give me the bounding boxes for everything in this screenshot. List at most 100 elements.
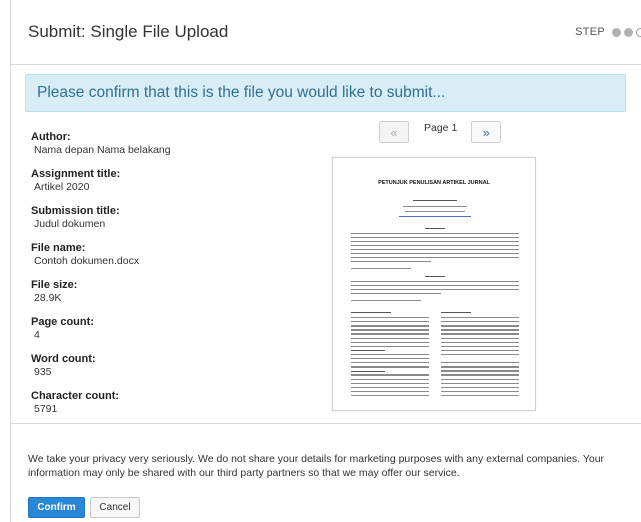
- meta-value: 28.9K: [34, 292, 62, 304]
- preview-line: [441, 382, 519, 384]
- preview-line: [403, 206, 467, 208]
- preview-line: [351, 321, 429, 323]
- preview-line: [441, 394, 519, 397]
- next-page-button[interactable]: »: [471, 121, 502, 143]
- step-dot-1-icon: [612, 27, 621, 37]
- preview-line: [351, 285, 519, 287]
- preview-line: [441, 341, 519, 343]
- meta-label: Word count:: [31, 353, 96, 365]
- preview-line: [441, 321, 519, 323]
- meta-author: Author: Nama depan Nama belakang: [31, 131, 271, 157]
- page-label: Page 1: [424, 122, 458, 134]
- preview-line: [351, 371, 385, 373]
- preview-line: [351, 341, 429, 343]
- preview-line: [441, 312, 471, 314]
- preview-line: [399, 216, 471, 218]
- meta-page-count: Page count: 4: [31, 316, 271, 342]
- preview-line: [441, 325, 519, 327]
- prev-page-button[interactable]: «: [379, 121, 409, 143]
- meta-word-count: Word count: 935: [31, 353, 271, 379]
- preview-line: [351, 394, 429, 397]
- meta-character-count: Character count: 5791: [31, 390, 271, 416]
- page-pager: « Page 1 »: [379, 121, 502, 143]
- meta-value: 935: [34, 366, 52, 378]
- meta-label: Submission title:: [31, 205, 120, 217]
- meta-value: Judul dokumen: [34, 218, 106, 230]
- preview-line: [351, 333, 429, 335]
- preview-line: [351, 345, 429, 348]
- preview-line: [351, 289, 519, 291]
- preview-line: [351, 386, 429, 389]
- confirm-message: Please confirm that this is the file you…: [37, 84, 446, 101]
- meta-label: File size:: [31, 279, 78, 291]
- preview-line: [351, 245, 519, 247]
- meta-value: Nama depan Nama belakang: [34, 144, 171, 156]
- preview-line: [351, 249, 519, 251]
- meta-file-name: File name: Contoh dokumen.docx: [31, 242, 271, 268]
- preview-line: [351, 257, 519, 259]
- privacy-notice: We take your privacy very seriously. We …: [28, 453, 605, 479]
- preview-line: [351, 293, 441, 295]
- preview-doc-title: PETUNJUK PENULISAN ARTIKEL JURNAL: [378, 180, 490, 186]
- preview-line: [351, 374, 429, 376]
- modal-title: Submit: Single File Upload: [28, 22, 229, 41]
- preview-line: [441, 386, 519, 389]
- preview-line: [351, 281, 519, 283]
- preview-line: [351, 366, 429, 368]
- preview-line: [441, 378, 519, 380]
- cancel-button[interactable]: Cancel: [90, 497, 140, 518]
- meta-label: Author:: [31, 131, 71, 143]
- preview-line: [405, 211, 465, 213]
- meta-file-size: File size: 28.9K: [31, 279, 271, 305]
- preview-line: [441, 329, 519, 331]
- preview-line: [441, 374, 519, 376]
- file-metadata: Author: Nama depan Nama belakang Assignm…: [31, 131, 271, 427]
- meta-value: Artikel 2020: [34, 181, 90, 193]
- step-dot-2-icon: [624, 27, 633, 37]
- preview-line: [351, 358, 429, 360]
- preview-line: [351, 233, 519, 235]
- preview-line: [441, 366, 519, 368]
- meta-value: 4: [34, 329, 40, 341]
- preview-line: [351, 312, 391, 314]
- step-dot-3-icon: [636, 27, 641, 37]
- preview-line: [441, 362, 519, 364]
- meta-value: 5791: [34, 403, 58, 415]
- preview-line: [351, 378, 429, 380]
- preview-line: [441, 345, 519, 348]
- confirm-button[interactable]: Confirm: [28, 497, 85, 518]
- meta-label: Page count:: [31, 316, 94, 328]
- preview-line: [441, 337, 519, 339]
- meta-value: Contoh dokumen.docx: [34, 255, 140, 267]
- preview-line: [441, 333, 519, 335]
- preview-line: [351, 350, 385, 352]
- modal-header: Submit: Single File Upload STEP: [11, 0, 641, 65]
- preview-line: [351, 241, 519, 243]
- preview-line: [351, 253, 519, 255]
- meta-label: Character count:: [31, 390, 120, 402]
- meta-assignment-title: Assignment title: Artikel 2020: [31, 168, 271, 194]
- preview-line: [425, 276, 445, 278]
- meta-label: Assignment title:: [31, 168, 121, 180]
- preview-line: [351, 353, 429, 356]
- preview-line: [441, 370, 519, 372]
- preview-line: [351, 261, 431, 263]
- preview-line: [351, 268, 411, 270]
- preview-line: [351, 317, 429, 319]
- preview-line: [441, 353, 519, 356]
- preview-line: [351, 329, 429, 331]
- preview-line: [441, 390, 519, 393]
- preview-line: [351, 337, 429, 339]
- preview-line: [351, 390, 429, 393]
- document-preview: PETUNJUK PENULISAN ARTIKEL JURNAL: [332, 157, 536, 411]
- preview-line: [441, 317, 519, 319]
- meta-submission-title: Submission title: Judul dokumen: [31, 205, 271, 231]
- meta-label: File name:: [31, 242, 86, 254]
- preview-line: [351, 237, 519, 239]
- step-indicator: STEP: [575, 26, 641, 38]
- preview-line: [413, 200, 457, 202]
- preview-line: [351, 300, 421, 302]
- preview-line: [351, 325, 429, 327]
- preview-line: [441, 349, 519, 352]
- preview-line: [425, 228, 445, 230]
